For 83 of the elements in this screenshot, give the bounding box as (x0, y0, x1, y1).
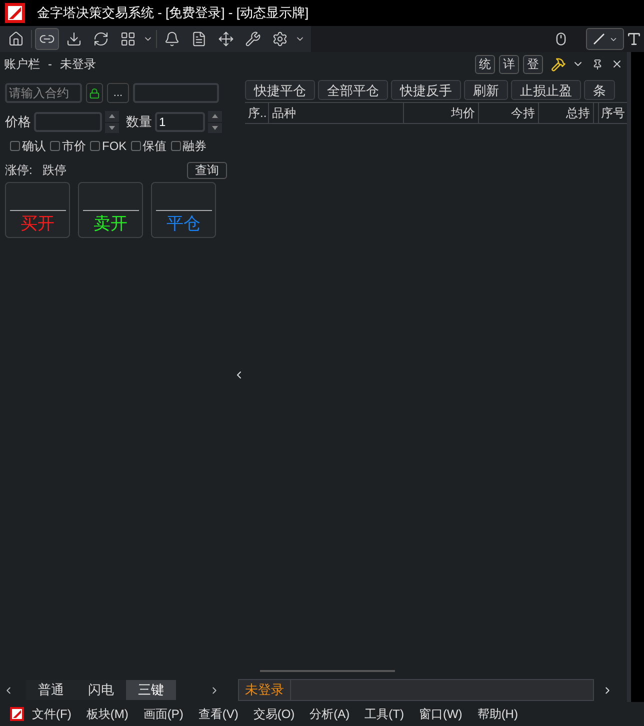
checkbox[interactable] (10, 141, 20, 151)
contract-name-field[interactable] (133, 83, 219, 103)
separator-text: - (48, 56, 52, 73)
scrollbar-thumb[interactable] (260, 670, 395, 672)
up-arrow-icon[interactable] (109, 114, 115, 118)
menu-item[interactable]: 板块(M) (86, 705, 128, 723)
quick-action-button[interactable]: 快捷平仓 (245, 80, 315, 100)
limit-up-label: 涨停: (5, 162, 32, 179)
menu-item[interactable]: 文件(F) (32, 705, 72, 723)
login-status: 未登录 (60, 56, 96, 73)
menu-item[interactable]: 画面(P) (143, 705, 184, 723)
app-logo-icon (5, 3, 25, 23)
line-tool-dropdown[interactable] (586, 28, 624, 50)
checkbox[interactable] (130, 141, 141, 151)
down-arrow-icon[interactable] (212, 126, 218, 130)
checkbox-label: 确认 (22, 138, 46, 155)
pin-icon[interactable] (592, 58, 603, 70)
bell-icon (164, 31, 180, 47)
grid-icon (120, 31, 136, 47)
link-button[interactable] (35, 28, 59, 50)
order-action-button[interactable]: 买开 (5, 182, 70, 238)
mouse-icon (554, 32, 568, 46)
query-button[interactable]: 查询 (187, 162, 227, 178)
menu-item[interactable]: 分析(A) (310, 705, 350, 723)
home-icon (8, 31, 24, 47)
line-icon (592, 32, 606, 46)
menu-item[interactable]: 查看(V) (198, 705, 238, 723)
refresh-icon (93, 31, 109, 47)
tools-icon (245, 31, 261, 47)
menu-item[interactable]: 帮助(H) (477, 705, 518, 723)
checkbox-label: 融券 (182, 138, 207, 155)
column-header[interactable]: 均价 (404, 103, 479, 123)
quick-action-button[interactable]: 全部平仓 (318, 80, 388, 100)
checkbox[interactable] (50, 141, 60, 151)
down-arrow-icon[interactable] (109, 126, 115, 130)
checkbox-label: 市价 (62, 138, 86, 155)
app-logo-icon (10, 707, 24, 721)
checkbox-label: FOK (102, 138, 127, 155)
lock-icon (89, 88, 100, 98)
quick-action-button[interactable]: 快捷反手 (391, 80, 461, 100)
column-header[interactable]: 序.. (245, 103, 269, 123)
spin-buttons[interactable] (105, 111, 119, 133)
price-label: 价格 (5, 113, 31, 132)
close-icon[interactable] (611, 58, 623, 70)
account-bar-title: 账户栏 (4, 56, 40, 73)
text-icon (626, 31, 642, 47)
quick-action-button[interactable]: 止损止盈 (511, 80, 581, 100)
menu-item[interactable]: 窗口(W) (418, 705, 462, 723)
checkbox[interactable] (90, 141, 100, 151)
up-arrow-icon[interactable] (212, 114, 218, 118)
download-icon (66, 31, 82, 47)
tab[interactable]: 三键 (126, 680, 176, 700)
menu-item[interactable]: 工具(T) (364, 705, 404, 723)
status-tab[interactable]: 未登录 (239, 680, 291, 700)
more-button[interactable]: ... (107, 83, 129, 103)
order-action-button[interactable]: 平仓 (151, 182, 216, 238)
menu-item[interactable]: 交易(O) (253, 705, 295, 723)
move-icon (218, 31, 234, 47)
panel-button[interactable]: 详 (499, 54, 519, 74)
panel-button[interactable]: 登 (523, 54, 543, 74)
contract-input[interactable]: 请输入合约 (5, 83, 82, 103)
quick-action-button[interactable]: 条 (584, 80, 615, 100)
column-header[interactable]: 今持 (479, 103, 539, 123)
order-action-button[interactable]: 卖开 (78, 182, 143, 238)
price-field[interactable] (34, 112, 102, 132)
checkbox-label: 保值 (142, 138, 167, 155)
quantity-field[interactable]: 1 (155, 112, 205, 132)
document-icon (191, 31, 207, 47)
spin-buttons[interactable] (208, 111, 222, 133)
quick-action-button[interactable]: 刷新 (464, 80, 508, 100)
limit-down-label: 跌停 (42, 162, 66, 179)
lock-button[interactable] (86, 83, 103, 103)
checkbox[interactable] (170, 141, 181, 151)
column-header[interactable]: 品种 (269, 103, 404, 123)
column-header[interactable]: 总持 (539, 103, 594, 123)
quantity-label: 数量 (126, 113, 152, 132)
panel-button[interactable]: 统 (475, 54, 495, 74)
window-title: 金字塔决策交易系统 - [免费登录] - [动态显示牌] (37, 4, 309, 22)
settings-icon (272, 31, 288, 47)
column-header[interactable]: 序号 (598, 103, 627, 123)
tools-icon[interactable] (551, 56, 566, 72)
tab[interactable]: 闪电 (76, 680, 126, 700)
tab[interactable]: 普通 (26, 680, 76, 700)
